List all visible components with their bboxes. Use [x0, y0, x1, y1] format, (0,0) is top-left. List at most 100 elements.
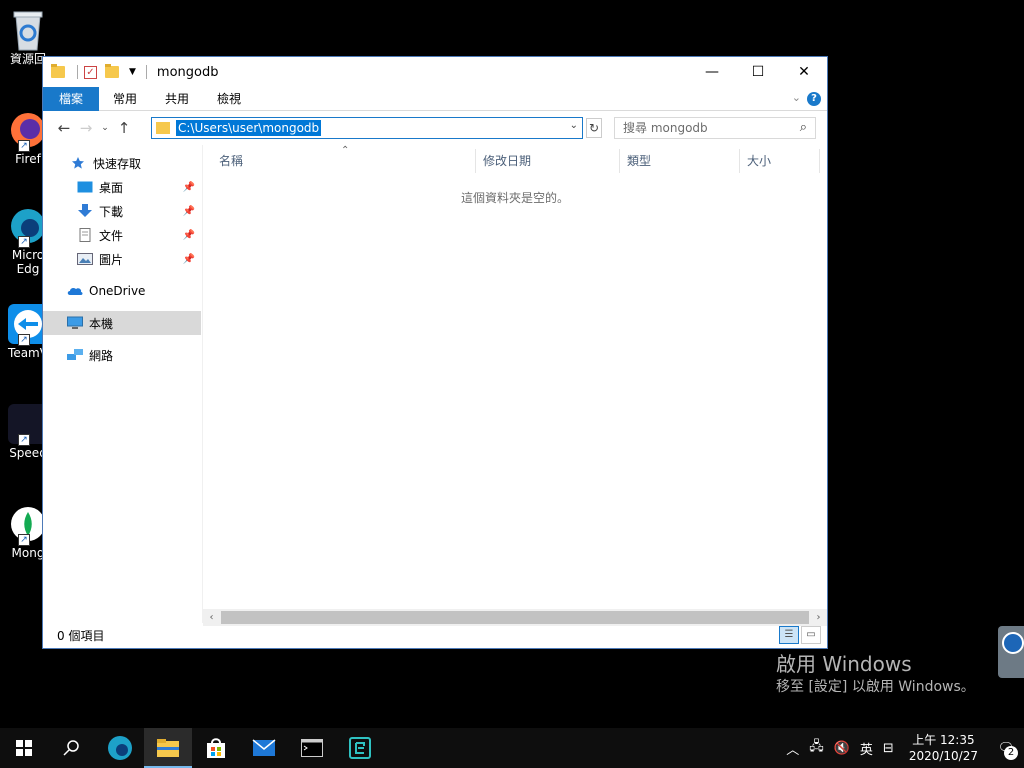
computer-icon [67, 316, 83, 330]
clock-date: 2020/10/27 [908, 749, 978, 763]
activation-watermark-subtitle: 移至 [設定] 以啟用 Windows。 [776, 679, 975, 695]
column-label: 修改日期 [483, 153, 532, 168]
taskbar-file-explorer[interactable] [144, 728, 192, 768]
taskbar: ︿ 🖧 🔇 英 ⊟ 上午 12:35 2020/10/27 🗨 2 [0, 728, 1024, 768]
file-explorer-icon [157, 739, 179, 757]
column-label: 類型 [627, 153, 652, 168]
nav-item-downloads[interactable]: 下載 📌 [77, 199, 201, 223]
pin-icon[interactable]: 📌 [183, 230, 195, 241]
input-method-indicator[interactable]: 英 [860, 739, 873, 758]
app-icon [349, 737, 371, 759]
expand-ribbon-icon[interactable]: ⌄ [792, 91, 801, 104]
download-icon [77, 204, 93, 218]
desktop-icon [77, 180, 93, 194]
network-icon [67, 348, 83, 362]
navigation-pane: 快速存取 桌面 📌 下載 📌 文件 📌 圖片 📌 OneDrive 本機 網路 [43, 145, 203, 623]
column-header-date-modified[interactable]: 修改日期 [467, 145, 611, 175]
tab-home[interactable]: 常用 [99, 87, 151, 111]
clock-time: 上午 12:35 [912, 733, 975, 747]
folder-icon [51, 64, 65, 78]
column-header-type[interactable]: 類型 [611, 145, 731, 175]
search-icon[interactable]: ⌕ [800, 118, 807, 138]
column-label: 名稱 [219, 153, 244, 168]
large-icons-view-icon[interactable]: ▭ [801, 626, 821, 644]
taskbar-store[interactable] [192, 728, 240, 768]
folder-icon [156, 122, 170, 134]
properties-icon[interactable]: ✓ [84, 65, 97, 79]
notification-badge: 2 [1004, 746, 1018, 760]
column-divider[interactable] [819, 149, 820, 173]
divider [77, 65, 78, 79]
pin-icon[interactable]: 📌 [183, 254, 195, 265]
column-header-size[interactable]: 大小 [731, 145, 821, 175]
teamviewer-panel-handle[interactable] [998, 626, 1024, 678]
title-bar: ✓ ▼ mongodb — ☐ ✕ [43, 57, 827, 87]
window-title: mongodb [156, 64, 219, 80]
shortcut-arrow-icon: ↗ [18, 334, 30, 346]
tab-file[interactable]: 檔案 [43, 86, 100, 111]
pin-icon[interactable]: 📌 [183, 206, 195, 217]
forward-icon[interactable]: → [75, 119, 97, 137]
nav-item-documents[interactable]: 文件 📌 [77, 223, 201, 247]
back-icon[interactable]: ← [53, 119, 75, 137]
shortcut-arrow-icon: ↗ [18, 236, 30, 248]
search-input[interactable]: 搜尋 mongodb ⌕ [614, 117, 816, 139]
shortcut-arrow-icon: ↗ [18, 140, 30, 152]
taskbar-edge[interactable] [96, 728, 144, 768]
help-icon[interactable]: ? [807, 92, 821, 106]
clock[interactable]: 上午 12:35 2020/10/27 [909, 732, 978, 764]
nav-item-label: OneDrive [89, 284, 146, 298]
shortcut-arrow-icon: ↗ [18, 534, 30, 546]
nav-item-label: 網路 [89, 348, 114, 363]
tab-view[interactable]: 檢視 [203, 87, 255, 111]
empty-folder-message: 這個資料夾是空的。 [460, 191, 569, 205]
taskbar-teamviewer-app[interactable] [336, 728, 384, 768]
tab-share[interactable]: 共用 [151, 87, 203, 111]
maximize-button[interactable]: ☐ [735, 57, 781, 87]
minimize-button[interactable]: — [689, 57, 735, 87]
star-icon [71, 156, 87, 170]
chevron-up-icon[interactable]: ︿ [786, 739, 799, 758]
address-row: ← → ⌄ ↑ C:\Users\user\mongodb ⌄ ↻ 搜尋 mon… [43, 111, 827, 145]
taskbar-command-prompt[interactable] [288, 728, 336, 768]
taskbar-mail[interactable] [240, 728, 288, 768]
up-icon[interactable]: ↑ [113, 119, 135, 137]
column-header-name[interactable]: 名稱 [203, 145, 475, 175]
search-button[interactable] [48, 728, 96, 768]
recent-locations-icon[interactable]: ⌄ [97, 123, 113, 133]
nav-item-quick-access[interactable]: 快速存取 [71, 151, 201, 175]
action-center-button[interactable]: 🗨 2 [988, 728, 1024, 768]
refresh-icon[interactable]: ↻ [586, 118, 602, 138]
start-button[interactable] [0, 728, 48, 768]
nav-item-network[interactable]: 網路 [67, 343, 201, 367]
ribbon-tabs: 檔案 常用 共用 檢視 ⌄ ? [43, 86, 827, 111]
address-path[interactable]: C:\Users\user\mongodb [176, 120, 322, 136]
nav-item-label: 桌面 [99, 180, 124, 195]
nav-item-desktop[interactable]: 桌面 📌 [77, 175, 201, 199]
chevron-down-icon[interactable]: ⌄ [570, 120, 578, 131]
new-folder-icon[interactable] [105, 64, 119, 78]
store-icon [207, 738, 225, 758]
nav-item-label: 快速存取 [93, 156, 142, 171]
nav-item-onedrive[interactable]: OneDrive [67, 279, 201, 303]
edge-icon [108, 736, 132, 760]
terminal-icon [301, 739, 323, 757]
nav-item-this-pc[interactable]: 本機 [43, 311, 201, 335]
search-icon [63, 740, 79, 756]
document-icon [77, 228, 93, 242]
file-list: ⌃ 名稱 修改日期 類型 大小 這個資料夾是空的。 [203, 145, 827, 623]
ime-mode-icon[interactable]: ⊟ [883, 741, 894, 756]
address-bar[interactable]: C:\Users\user\mongodb ⌄ [151, 117, 583, 139]
column-label: 大小 [747, 153, 772, 168]
customize-quick-access-icon[interactable]: ▼ [129, 67, 136, 77]
nav-item-label: 文件 [99, 228, 124, 243]
nav-item-pictures[interactable]: 圖片 📌 [77, 247, 201, 271]
status-bar: 0 個項目 ☰ ▭ [43, 622, 827, 648]
search-placeholder: 搜尋 mongodb [623, 121, 708, 135]
close-button[interactable]: ✕ [781, 57, 827, 87]
nav-item-label: 本機 [89, 316, 114, 331]
network-icon[interactable]: 🖧 [809, 737, 824, 759]
details-view-icon[interactable]: ☰ [779, 626, 799, 644]
pin-icon[interactable]: 📌 [183, 182, 195, 193]
volume-muted-icon[interactable]: 🔇 [834, 741, 850, 756]
